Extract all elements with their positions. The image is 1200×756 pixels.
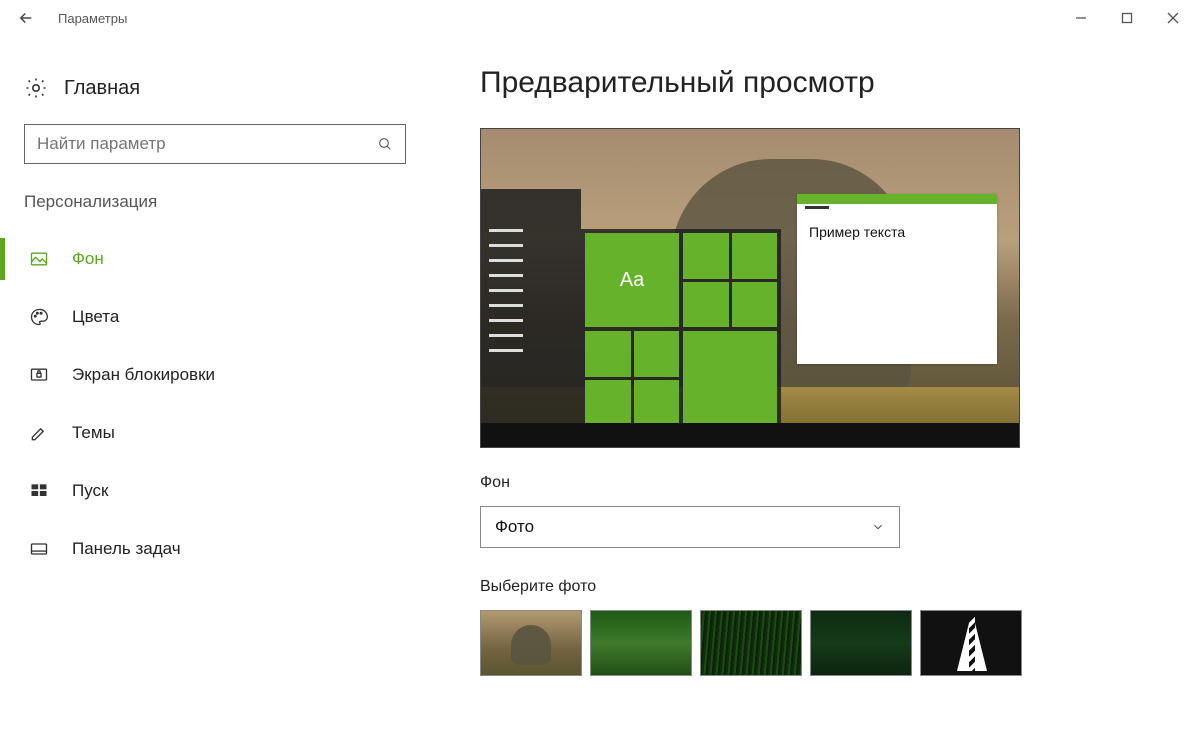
sidebar-item-label: Фон	[72, 249, 104, 269]
titlebar: Параметры	[0, 0, 1200, 36]
back-button[interactable]	[4, 0, 48, 36]
sidebar-item-label: Цвета	[72, 307, 119, 327]
start-icon	[28, 481, 50, 501]
search-icon	[377, 136, 393, 152]
preview-tiles: Aa	[581, 229, 781, 429]
sidebar-item-lockscreen[interactable]: Экран блокировки	[0, 346, 430, 404]
sidebar-item-label: Пуск	[72, 481, 108, 501]
wallpaper-thumbnail[interactable]	[700, 610, 802, 676]
search-input[interactable]	[37, 134, 377, 154]
sidebar-item-themes[interactable]: Темы	[0, 404, 430, 462]
wallpaper-thumbnail[interactable]	[920, 610, 1022, 676]
section-label: Персонализация	[0, 192, 430, 230]
sidebar-item-background[interactable]: Фон	[0, 230, 430, 288]
home-label: Главная	[64, 77, 140, 100]
preview-window-titlebar	[797, 194, 997, 204]
sidebar: Главная Персонализация Фон Цвета Э	[0, 36, 430, 756]
preview-tile-aa: Aa	[585, 233, 679, 327]
window-controls	[1058, 0, 1196, 36]
dropdown-value: Фото	[495, 517, 534, 537]
sidebar-item-colors[interactable]: Цвета	[0, 288, 430, 346]
sidebar-item-label: Панель задач	[72, 539, 181, 559]
themes-icon	[28, 423, 50, 443]
preview-taskbar	[481, 423, 1019, 447]
wallpaper-thumbnail[interactable]	[810, 610, 912, 676]
maximize-button[interactable]	[1104, 0, 1150, 36]
sidebar-item-taskbar[interactable]: Панель задач	[0, 520, 430, 578]
desktop-preview: Aa Пример текста	[480, 128, 1020, 448]
minimize-button[interactable]	[1058, 0, 1104, 36]
background-label: Фон	[480, 474, 1160, 492]
home-link[interactable]: Главная	[0, 76, 430, 124]
close-icon	[1167, 12, 1179, 24]
preview-tile-group	[683, 233, 777, 327]
preview-window: Пример текста	[797, 194, 997, 364]
window-title: Параметры	[58, 11, 127, 26]
preview-tile-group	[585, 331, 679, 425]
arrow-left-icon	[17, 9, 35, 27]
chevron-down-icon	[871, 520, 885, 534]
background-dropdown[interactable]: Фото	[480, 506, 900, 548]
wallpaper-thumbnail[interactable]	[590, 610, 692, 676]
search-box[interactable]	[24, 124, 406, 164]
wallpaper-thumbnail[interactable]	[480, 610, 582, 676]
preview-start-list	[489, 229, 523, 352]
picture-icon	[28, 249, 50, 269]
gear-icon	[24, 76, 48, 100]
main-panel: Предварительный просмотр Aa Пример текст…	[430, 36, 1200, 756]
taskbar-icon	[28, 539, 50, 559]
preview-window-text: Пример текста	[797, 204, 997, 240]
preview-tile	[683, 331, 777, 425]
wallpaper-thumbnails	[480, 610, 1160, 676]
sidebar-item-label: Темы	[72, 423, 115, 443]
close-button[interactable]	[1150, 0, 1196, 36]
minimize-icon	[1075, 12, 1087, 24]
lockscreen-icon	[28, 365, 50, 385]
choose-photo-label: Выберите фото	[480, 578, 1160, 596]
sidebar-item-label: Экран блокировки	[72, 365, 215, 385]
palette-icon	[28, 307, 50, 327]
maximize-icon	[1121, 12, 1133, 24]
page-title: Предварительный просмотр	[480, 66, 1160, 100]
sidebar-item-start[interactable]: Пуск	[0, 462, 430, 520]
